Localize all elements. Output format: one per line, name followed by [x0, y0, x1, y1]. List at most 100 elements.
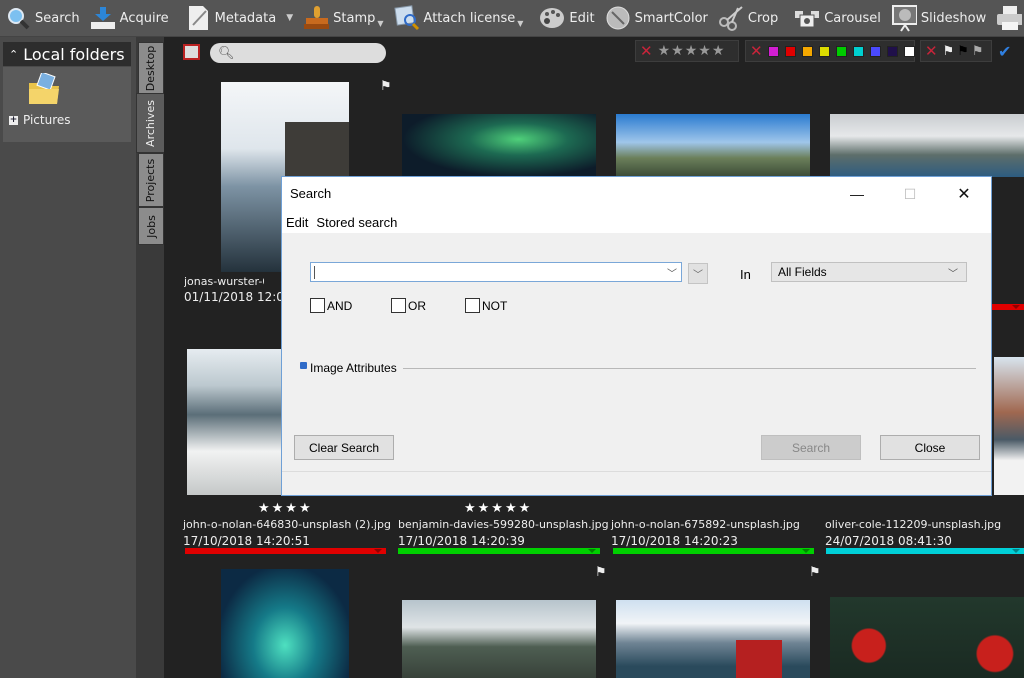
tab-projects-label: Projects: [144, 158, 158, 202]
quick-search-input[interactable]: 🔍︎: [210, 43, 386, 63]
rating-filter-star-icon[interactable]: ★: [685, 44, 698, 58]
acquire-button[interactable]: Acquire: [85, 0, 174, 36]
checkbox-box[interactable]: [465, 298, 480, 313]
metadata-dropdown-icon[interactable]: ▼: [286, 13, 293, 23]
thumbnail-image[interactable]: [616, 114, 810, 177]
color-swatch[interactable]: [903, 45, 915, 57]
flag-icon[interactable]: ⚑: [809, 565, 821, 580]
smartcolor-icon: [605, 5, 631, 31]
stamp-dropdown-icon[interactable]: ▼: [377, 19, 383, 28]
thumbnail-image[interactable]: [402, 114, 596, 177]
black-flag-icon[interactable]: ⚑: [957, 44, 969, 59]
pictures-label: Pictures: [23, 113, 71, 127]
magnifier-icon: [5, 5, 31, 31]
expand-icon[interactable]: +: [9, 115, 18, 125]
color-swatch[interactable]: [818, 45, 830, 57]
thumbnail-rating[interactable]: ★★★★★: [464, 501, 532, 516]
thumbnail-filename: john-o-nolan-675892-unsplash.jpg: [611, 518, 800, 531]
palette-icon: [539, 5, 565, 31]
thumbnail-image[interactable]: [830, 114, 1024, 177]
color-swatch[interactable]: [869, 45, 881, 57]
chevron-down-icon: ﹀: [948, 269, 958, 280]
search-tool-button[interactable]: Search: [0, 0, 85, 36]
attach-license-button[interactable]: Attach license ▼: [389, 0, 529, 36]
color-swatches: [767, 45, 915, 57]
flag-icon[interactable]: ⚑: [595, 565, 607, 580]
flag-icon[interactable]: ⚑: [380, 79, 392, 94]
tab-archives[interactable]: Archives: [136, 93, 165, 153]
color-label-bar[interactable]: [613, 548, 814, 554]
slideshow-button[interactable]: Slideshow: [886, 0, 991, 36]
carousel-button[interactable]: Carousel: [789, 0, 886, 36]
tab-desktop[interactable]: Desktop: [138, 42, 164, 94]
color-label-bar[interactable]: [185, 548, 386, 554]
metadata-button[interactable]: Metadata ▼: [180, 0, 298, 36]
thumbnail-image[interactable]: [402, 600, 596, 678]
menu-stored-search[interactable]: Stored search: [316, 215, 397, 230]
color-label-bar[interactable]: [826, 548, 1024, 554]
image-attributes-section[interactable]: Image Attributes: [300, 361, 976, 375]
rating-filter-star-icon[interactable]: ★: [698, 44, 711, 58]
history-dropdown-button[interactable]: ﹀: [688, 263, 708, 284]
color-swatch[interactable]: [852, 45, 864, 57]
edit-button[interactable]: Edit: [534, 0, 599, 36]
search-query-combobox[interactable]: ﹀: [310, 262, 682, 282]
color-label-bar[interactable]: [398, 548, 600, 554]
rating-filter-star-icon[interactable]: ★: [658, 44, 671, 58]
color-swatch[interactable]: [784, 45, 796, 57]
collapse-chevron-icon[interactable]: ⌃: [9, 48, 18, 61]
and-checkbox[interactable]: AND: [310, 298, 352, 313]
checkbox-box[interactable]: [391, 298, 406, 313]
menu-edit[interactable]: Edit: [286, 215, 308, 230]
checkbox-box[interactable]: [310, 298, 325, 313]
minimize-button[interactable]: —: [834, 177, 880, 211]
thumbnail-image[interactable]: [187, 349, 283, 495]
clear-search-button[interactable]: Clear Search: [294, 435, 394, 460]
close-window-button[interactable]: ✕: [941, 177, 987, 211]
print-button[interactable]: Print: [991, 0, 1024, 36]
chevron-down-icon[interactable]: ﹀: [667, 265, 677, 280]
view-mode-button[interactable]: [183, 44, 200, 60]
color-swatch[interactable]: [886, 45, 898, 57]
local-folders-header[interactable]: ⌃ Local folders: [3, 42, 131, 66]
tab-projects[interactable]: Projects: [138, 153, 164, 207]
white-flag-icon[interactable]: ⚑: [943, 44, 955, 59]
color-filter: ✕: [745, 40, 915, 62]
color-swatch[interactable]: [767, 45, 779, 57]
fields-select[interactable]: All Fields ﹀: [771, 262, 967, 282]
rating-filter-star-icon[interactable]: ★: [712, 44, 725, 58]
stamp-icon: [303, 5, 330, 31]
thumbnail-image[interactable]: [616, 600, 810, 678]
stamp-button[interactable]: Stamp ▼: [298, 0, 388, 36]
select-check-icon[interactable]: ✔: [998, 42, 1011, 61]
close-button[interactable]: Close: [880, 435, 980, 460]
dialog-titlebar[interactable]: Search — ☐ ✕: [282, 177, 991, 211]
tab-jobs[interactable]: Jobs: [138, 207, 164, 245]
gray-flag-icon[interactable]: ⚑: [972, 44, 984, 59]
clear-flag-icon[interactable]: ✕: [925, 42, 938, 60]
crop-button[interactable]: Crop: [713, 0, 783, 36]
clear-color-icon[interactable]: ✕: [750, 42, 763, 60]
clear-rating-icon[interactable]: ✕: [640, 42, 653, 60]
not-checkbox[interactable]: NOT: [465, 298, 507, 313]
thumbnail-rating[interactable]: ★★★★: [258, 501, 313, 516]
rating-filter-star-icon[interactable]: ★: [671, 44, 684, 58]
dialog-status-bar: [282, 471, 991, 496]
smartcolor-button[interactable]: SmartColor: [600, 0, 713, 36]
color-swatch[interactable]: [801, 45, 813, 57]
thumbnail-image[interactable]: [221, 569, 349, 678]
attach-license-label: Attach license: [423, 10, 516, 26]
color-label-bar[interactable]: [990, 304, 1024, 310]
or-label: OR: [408, 298, 426, 313]
rating-filter: ✕ ★ ★ ★ ★ ★: [635, 40, 739, 62]
or-checkbox[interactable]: OR: [391, 298, 426, 313]
attach-license-dropdown-icon[interactable]: ▼: [517, 19, 523, 28]
maximize-button[interactable]: ☐: [887, 177, 933, 211]
expand-section-icon[interactable]: [300, 361, 307, 369]
color-swatch[interactable]: [835, 45, 847, 57]
tree-item-pictures[interactable]: + Pictures: [9, 113, 71, 127]
thumbnail-image[interactable]: [994, 357, 1024, 495]
search-button[interactable]: Search: [761, 435, 861, 460]
pictures-folder-icon[interactable]: [27, 71, 61, 105]
thumbnail-image[interactable]: [830, 597, 1024, 678]
